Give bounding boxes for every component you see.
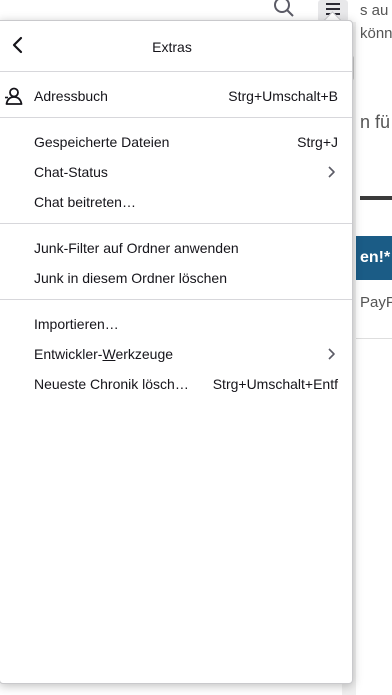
menu-item-run-junk-filter[interactable]: Junk-Filter auf Ordner anwenden <box>0 233 352 263</box>
separator <box>0 117 352 118</box>
menu-item-shortcut: Strg+J <box>297 134 338 150</box>
menu-item-label: Gespeicherte Dateien <box>34 134 170 150</box>
menu-item-label: Chat-Status <box>34 164 108 180</box>
menu-item-shortcut: Strg+Umschalt+Entf <box>212 376 338 392</box>
separator <box>0 299 352 300</box>
menu-item-label-part: Entwickler- <box>34 346 103 362</box>
hamburger-icon-bar <box>326 8 340 10</box>
separator <box>0 223 352 224</box>
background-text: s au <box>360 2 389 19</box>
chevron-right-icon <box>328 348 335 360</box>
menu-item-label: Junk in diesem Ordner löschen <box>34 270 227 286</box>
menu-item-label-part: erkzeuge <box>115 346 174 362</box>
menu-item-label: Importieren… <box>34 316 119 332</box>
menu-item-label: Adressbuch <box>34 88 108 104</box>
background-text: n fü <box>360 112 391 132</box>
background-rule <box>360 196 392 200</box>
menu-item-label: Entwickler-Werkzeuge <box>34 339 173 369</box>
menu-item-label: Chat beitreten… <box>34 194 136 210</box>
menu-item-chat-status[interactable]: Chat-Status <box>0 157 352 187</box>
menu-item-label: Neueste Chronik lösch… <box>34 376 189 392</box>
separator <box>0 71 352 72</box>
background-banner[interactable]: en!* <box>355 236 392 280</box>
menu-item-address-book[interactable]: Adressbuch Strg+Umschalt+B <box>0 81 352 111</box>
extras-menu-panel: Extras Adressbuch Strg+Umschalt+B Gespei… <box>0 20 353 684</box>
panel-title: Extras <box>152 39 192 55</box>
panel-header: Extras <box>0 21 352 71</box>
menu-item-import[interactable]: Importieren… <box>0 309 352 339</box>
hamburger-icon <box>326 3 340 5</box>
background-divider <box>355 338 392 339</box>
address-book-icon <box>5 87 23 105</box>
menu-item-developer-tools[interactable]: Entwickler-Werkzeuge <box>0 339 352 369</box>
menu-item-delete-junk[interactable]: Junk in diesem Ordner löschen <box>0 263 352 293</box>
menu-item-join-chat[interactable]: Chat beitreten… <box>0 187 352 217</box>
menu-item-clear-recent-history[interactable]: Neueste Chronik lösch… Strg+Umschalt+Ent… <box>0 369 352 399</box>
menu-item-label: Junk-Filter auf Ordner anwenden <box>34 240 239 256</box>
menu-item-saved-files[interactable]: Gespeicherte Dateien Strg+J <box>0 127 352 157</box>
search-icon[interactable] <box>272 0 296 18</box>
background-text: PayP <box>360 294 392 311</box>
menu-item-shortcut: Strg+Umschalt+B <box>228 88 338 104</box>
background-text: könn <box>360 25 392 42</box>
chevron-right-icon <box>328 166 335 178</box>
menu-item-accesskey: W <box>102 346 116 362</box>
